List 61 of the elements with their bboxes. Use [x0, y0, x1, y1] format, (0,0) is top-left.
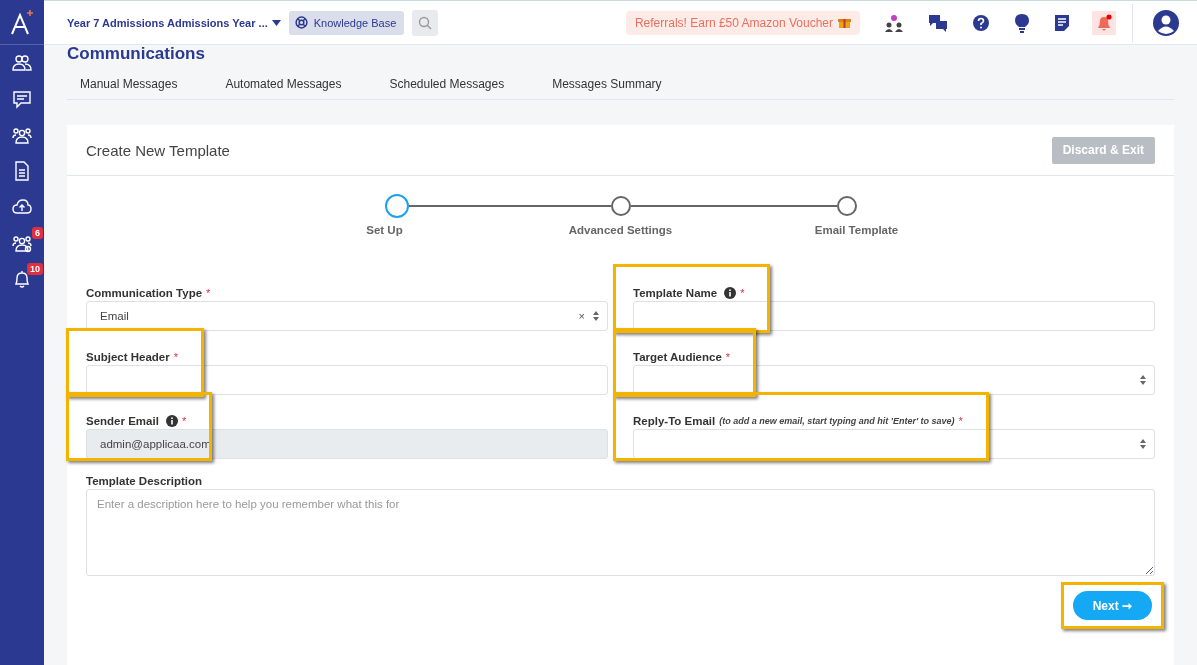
group-settings-icon[interactable]	[12, 233, 32, 253]
field-label: Sender Email	[86, 414, 159, 427]
sort-icon	[593, 311, 599, 321]
step-circle[interactable]	[610, 196, 631, 216]
lifebuoy-icon	[294, 16, 308, 29]
people-icon[interactable]	[12, 53, 32, 73]
clear-icon[interactable]: ×	[578, 310, 585, 322]
input-field[interactable]	[86, 365, 608, 395]
chat-icon[interactable]	[928, 12, 948, 33]
page-title: Communications	[67, 45, 206, 65]
sort-icon	[1140, 375, 1146, 385]
help-icon[interactable]	[972, 13, 990, 32]
card-title: Create New Template	[86, 141, 230, 159]
bell-icon[interactable]	[12, 269, 32, 289]
select-field[interactable]	[633, 429, 1155, 459]
select-field[interactable]	[633, 365, 1155, 395]
group-icon[interactable]	[12, 125, 32, 145]
lightbulb-icon[interactable]	[1014, 12, 1030, 33]
search-icon	[418, 15, 433, 30]
step-label: Set Up	[366, 224, 403, 236]
knowledge-base-button[interactable]: Knowledge Base	[288, 10, 405, 35]
tab[interactable]: Scheduled Messages	[389, 71, 505, 99]
info-icon[interactable]	[724, 286, 737, 299]
count-badge: 10	[27, 263, 43, 275]
input-field[interactable]	[633, 301, 1155, 331]
field-label: Reply-To Email	[633, 414, 716, 427]
sort-icon	[1140, 439, 1146, 449]
field-label: Subject Header	[86, 350, 170, 363]
document-icon[interactable]	[12, 161, 32, 181]
chat-icon[interactable]	[12, 89, 32, 109]
bell-icon	[1096, 13, 1112, 32]
step-circle[interactable]	[836, 196, 857, 216]
field-label: Template Description	[86, 475, 204, 487]
step-circle[interactable]	[384, 194, 409, 218]
upload-icon[interactable]	[12, 197, 32, 217]
search-button[interactable]	[412, 9, 439, 36]
field-label: Template Name	[633, 286, 718, 299]
avatar-icon[interactable]	[1153, 9, 1179, 36]
field-hint: (to add a new email, start typing and hit 'Enter' to save)	[719, 415, 955, 426]
count-badge: 6	[32, 227, 43, 239]
tab[interactable]: Messages Summary	[552, 71, 662, 99]
notification-button[interactable]	[1092, 10, 1116, 35]
people-icon[interactable]	[884, 12, 904, 33]
field-label: Communication Type	[86, 286, 203, 299]
tab[interactable]: Manual Messages	[80, 71, 178, 99]
caret-icon	[271, 19, 281, 26]
description-field[interactable]: Enter a description here to help you remember what this for	[86, 489, 1155, 576]
required-mark: *	[206, 286, 211, 299]
required-mark: *	[725, 350, 731, 363]
required-mark: *	[958, 414, 963, 427]
required-mark: *	[173, 350, 178, 363]
field-label: Target Audience	[633, 350, 722, 363]
required-mark: *	[740, 286, 745, 299]
select-field[interactable]: Email ×	[86, 301, 608, 331]
gift-icon	[838, 16, 851, 29]
step-label: Email Template	[814, 224, 899, 236]
required-mark: *	[181, 414, 187, 427]
document-icon[interactable]	[1054, 13, 1070, 32]
step-label: Advanced Settings	[568, 224, 673, 236]
tab[interactable]: Automated Messages	[225, 71, 342, 99]
context-dropdown[interactable]: Year 7 Admissions Admissions Year ...	[67, 16, 281, 29]
